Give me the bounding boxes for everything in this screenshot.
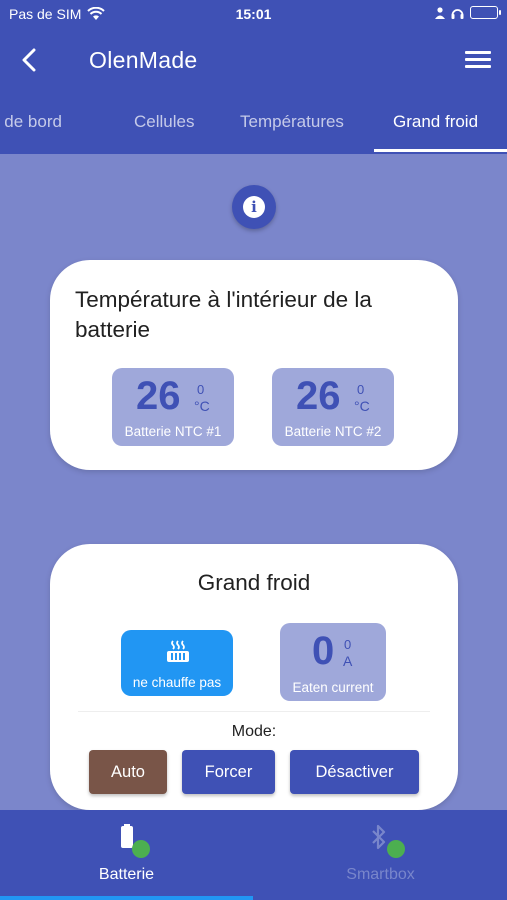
menu-button[interactable] <box>465 48 491 72</box>
hamburger-icon <box>465 51 491 54</box>
person-icon <box>435 6 445 19</box>
ntc1-label: Batterie NTC #1 <box>124 424 222 439</box>
heater-icon <box>167 640 189 662</box>
tab-grand-froid[interactable]: Grand froid <box>393 92 478 154</box>
heater-status-label: ne chauffe pas <box>132 675 222 690</box>
chevron-left-icon <box>22 48 36 72</box>
card-title: Température à l'intérieur de la batterie <box>75 287 372 342</box>
ntc1-tile: 26 0 °C Batterie NTC #1 <box>112 368 234 446</box>
eaten-current-tile: 0 0 A Eaten current <box>280 623 386 701</box>
grand-froid-card: Grand froid ne chauffe pas 0 0 A Eaten c… <box>50 544 458 810</box>
tab-tableau-de-bord[interactable]: Tableau de bord <box>0 92 62 154</box>
heater-status-button[interactable]: ne chauffe pas <box>121 630 233 696</box>
mode-label: Mode: <box>231 723 277 740</box>
divider <box>78 711 430 712</box>
online-status-dot <box>387 840 405 858</box>
mode-disable-button[interactable]: Désactiver <box>290 750 419 794</box>
bottom-navigation: Batterie Smartbox <box>0 810 507 900</box>
nav-batterie[interactable]: Batterie <box>0 810 253 900</box>
back-button[interactable] <box>14 44 44 76</box>
nav-smartbox[interactable]: Smartbox <box>254 810 507 900</box>
app-title: OlenMade <box>89 47 198 73</box>
ntc1-decimal: 0 <box>197 382 205 397</box>
tab-temperatures[interactable]: Températures <box>240 92 344 154</box>
tab-indicator <box>374 149 507 152</box>
ntc1-value: 26 <box>136 374 181 418</box>
nav-smartbox-label: Smartbox <box>346 866 415 883</box>
battery-status-icon <box>470 6 501 19</box>
ntc2-label: Batterie NTC #2 <box>284 424 382 439</box>
mode-force-button[interactable]: Forcer <box>182 750 275 794</box>
headphones-icon <box>451 8 464 19</box>
current-value: 0 <box>312 629 335 673</box>
nav-indicator <box>0 896 253 900</box>
status-time: 15:01 <box>235 6 272 22</box>
status-icons <box>435 6 501 19</box>
ntc2-value: 26 <box>296 374 341 418</box>
current-unit: A <box>343 653 353 669</box>
ntc2-tile: 26 0 °C Batterie NTC #2 <box>272 368 394 446</box>
info-button[interactable]: i <box>232 185 276 229</box>
nav-batterie-label: Batterie <box>98 866 155 883</box>
battery-temperature-card: Température à l'intérieur de la batterie… <box>50 260 458 470</box>
current-label: Eaten current <box>292 680 374 695</box>
online-status-dot <box>132 840 150 858</box>
ntc1-unit: °C <box>194 398 210 414</box>
info-icon: i <box>243 196 265 218</box>
status-bar: Pas de SIM 15:01 <box>0 0 507 30</box>
tab-cellules[interactable]: Cellules <box>134 92 194 154</box>
card-title: Grand froid <box>197 570 311 595</box>
app-bar: OlenMade <box>0 30 507 92</box>
tab-bar: Tableau de bord Cellules Températures Gr… <box>0 92 507 154</box>
ntc2-unit: °C <box>354 398 370 414</box>
mode-auto-button[interactable]: Auto <box>89 750 167 794</box>
ntc2-decimal: 0 <box>357 382 365 397</box>
bluetooth-icon <box>372 824 386 850</box>
current-decimal: 0 <box>344 637 352 652</box>
